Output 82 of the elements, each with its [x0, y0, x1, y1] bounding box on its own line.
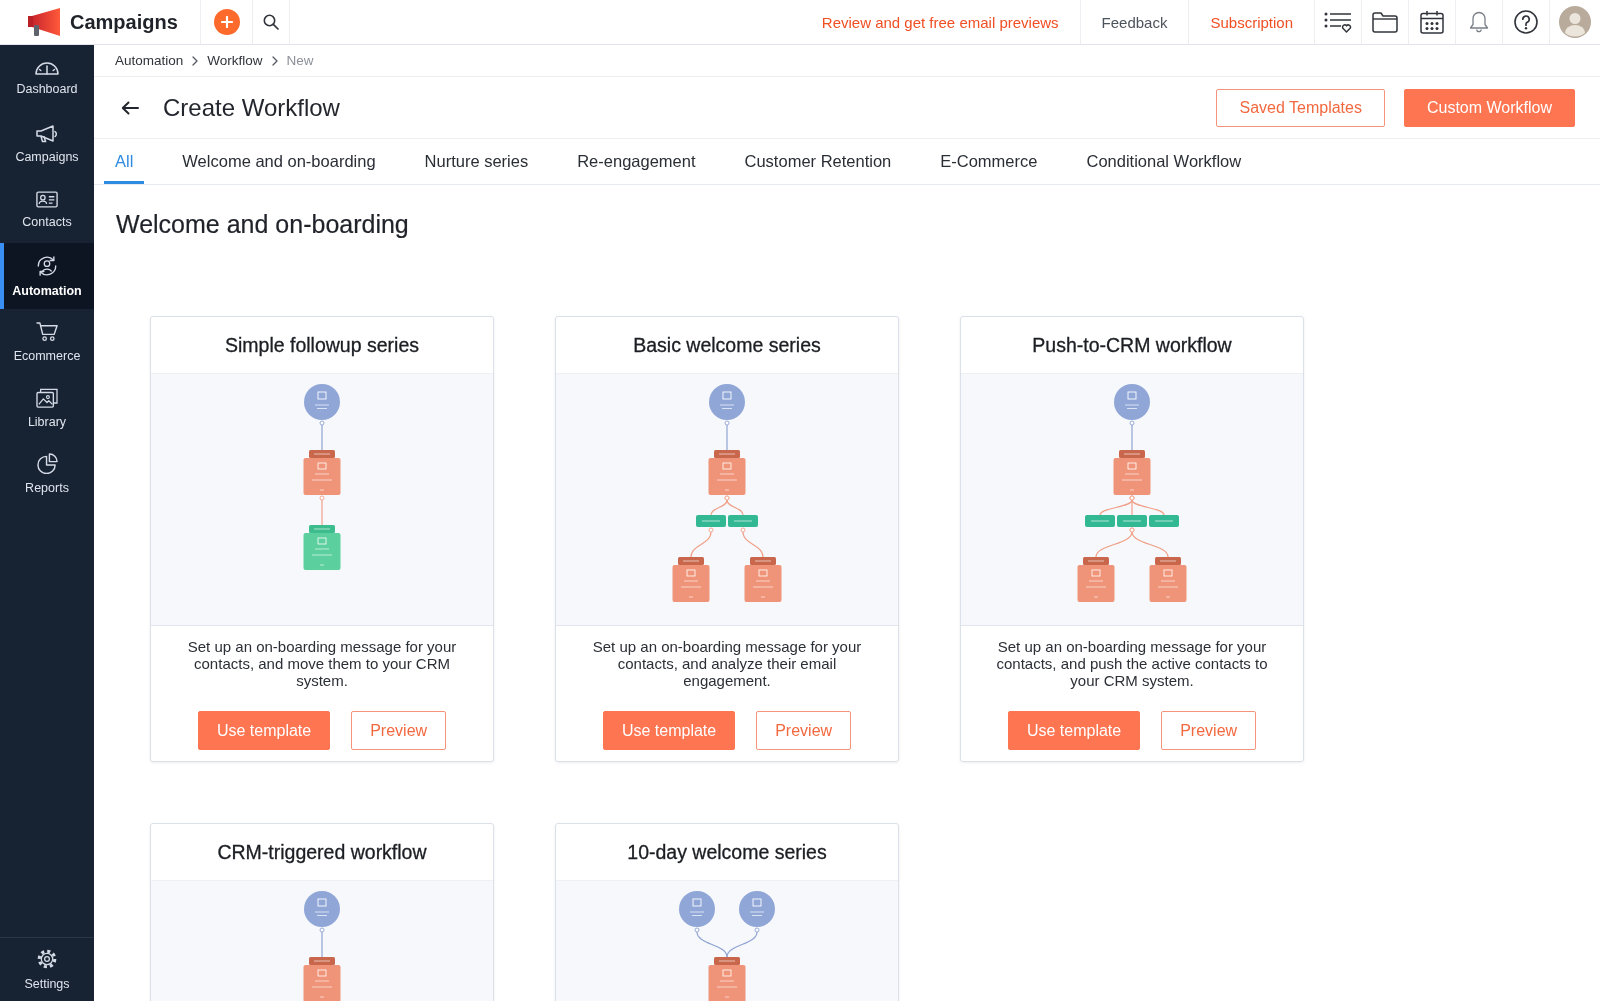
condition-node: [1149, 515, 1179, 527]
category-tab[interactable]: All: [104, 139, 145, 184]
sidebar-item[interactable]: Settings: [0, 938, 94, 1001]
sidebar-item[interactable]: Campaigns: [0, 111, 94, 177]
search-icon[interactable]: [263, 14, 279, 30]
megaphone-icon: [36, 124, 58, 143]
trigger-node: [1114, 384, 1150, 420]
email-node: [744, 557, 782, 602]
connector-line: [1129, 420, 1135, 451]
card-title: Push-to-CRM workflow: [1032, 333, 1232, 357]
connector-line: [690, 527, 714, 558]
card-title: 10-day welcome series: [627, 840, 827, 864]
card-description: Set up an on-boarding message for your contacts, and move them to your CRM system.: [186, 637, 458, 689]
condition-node: [1085, 515, 1115, 527]
email-node: [672, 557, 710, 602]
trigger-node: [679, 891, 715, 927]
email-node: [708, 450, 746, 495]
pie-chart-icon: [36, 453, 58, 474]
breadcrumb-item[interactable]: Workflow: [207, 53, 263, 68]
email-node: [1113, 450, 1151, 495]
condition-node: [696, 515, 726, 527]
top-link[interactable]: Review and get free email previews: [800, 13, 1080, 31]
condition-node: [1117, 515, 1147, 527]
category-tab[interactable]: Nurture series: [413, 139, 540, 184]
email-node: [1149, 557, 1187, 602]
section-title: Welcome and on-boarding: [116, 209, 410, 239]
card-title: Basic welcome series: [633, 333, 821, 357]
trigger-node: [709, 384, 745, 420]
top-link[interactable]: Feedback: [1080, 13, 1189, 31]
email-node: [303, 450, 341, 495]
chevron-right-icon: [271, 55, 278, 66]
card-description: Set up an on-boarding message for your contacts, and analyze their email engagement.: [591, 637, 863, 689]
contact-card-icon: [36, 191, 58, 208]
sidebar-item[interactable]: Library: [0, 375, 94, 441]
condition-node: [728, 515, 758, 527]
trigger-node: [304, 384, 340, 420]
breadcrumb-item: New: [286, 53, 314, 68]
connector-line: [740, 527, 764, 558]
page-title: Create Workflow: [163, 93, 340, 122]
person-cycle-icon: [36, 254, 58, 277]
top-link[interactable]: Subscription: [1189, 13, 1314, 31]
connector-line: [319, 420, 325, 451]
action-node: [303, 525, 341, 570]
cart-icon: [35, 321, 59, 342]
sidebar-item[interactable]: Contacts: [0, 177, 94, 243]
chevron-right-icon: [192, 55, 199, 66]
connector-line: [694, 927, 728, 958]
connector-line: [726, 927, 760, 958]
bell-icon[interactable]: [1469, 11, 1489, 33]
connector-line: [1129, 527, 1169, 558]
category-tab[interactable]: Welcome and on-boarding: [171, 139, 387, 184]
sidebar-item[interactable]: Dashboard: [0, 45, 94, 111]
settings-icon: [36, 948, 58, 970]
breadcrumb-item[interactable]: Automation: [115, 53, 184, 68]
card-title: CRM-triggered workflow: [217, 840, 427, 864]
card-description: Set up an on-boarding message for your contacts, and push the active contacts to your CRM system.: [995, 637, 1269, 689]
help-icon[interactable]: [1514, 10, 1538, 34]
connector-line: [724, 420, 730, 451]
app-name: Campaigns: [70, 10, 178, 34]
trigger-node: [304, 891, 340, 927]
calendar-icon[interactable]: [1420, 10, 1444, 34]
folder-icon[interactable]: [1372, 11, 1398, 33]
connector-line: [319, 927, 325, 958]
megaphone-icon: [27, 7, 61, 37]
favorite-list-icon[interactable]: [1324, 11, 1352, 33]
gauge-icon: [35, 60, 59, 75]
card-title: Simple followup series: [225, 333, 419, 357]
email-node: [1077, 557, 1115, 602]
plus-icon: [220, 16, 233, 28]
sidebar-item[interactable]: Ecommerce: [0, 309, 94, 375]
add-button[interactable]: [213, 9, 240, 35]
category-tab[interactable]: Conditional Workflow: [1075, 139, 1253, 184]
back-arrow-icon[interactable]: [121, 100, 139, 115]
trigger-node: [739, 891, 775, 927]
category-tab[interactable]: E-Commerce: [929, 139, 1049, 184]
connector-line: [724, 495, 744, 516]
image-icon: [36, 387, 58, 408]
category-tab[interactable]: Customer Retention: [733, 139, 903, 184]
sidebar-item[interactable]: Automation: [0, 243, 94, 309]
sidebar-item[interactable]: Reports: [0, 441, 94, 507]
category-tab[interactable]: Re-engagement: [566, 139, 707, 184]
connector-line: [319, 495, 325, 526]
